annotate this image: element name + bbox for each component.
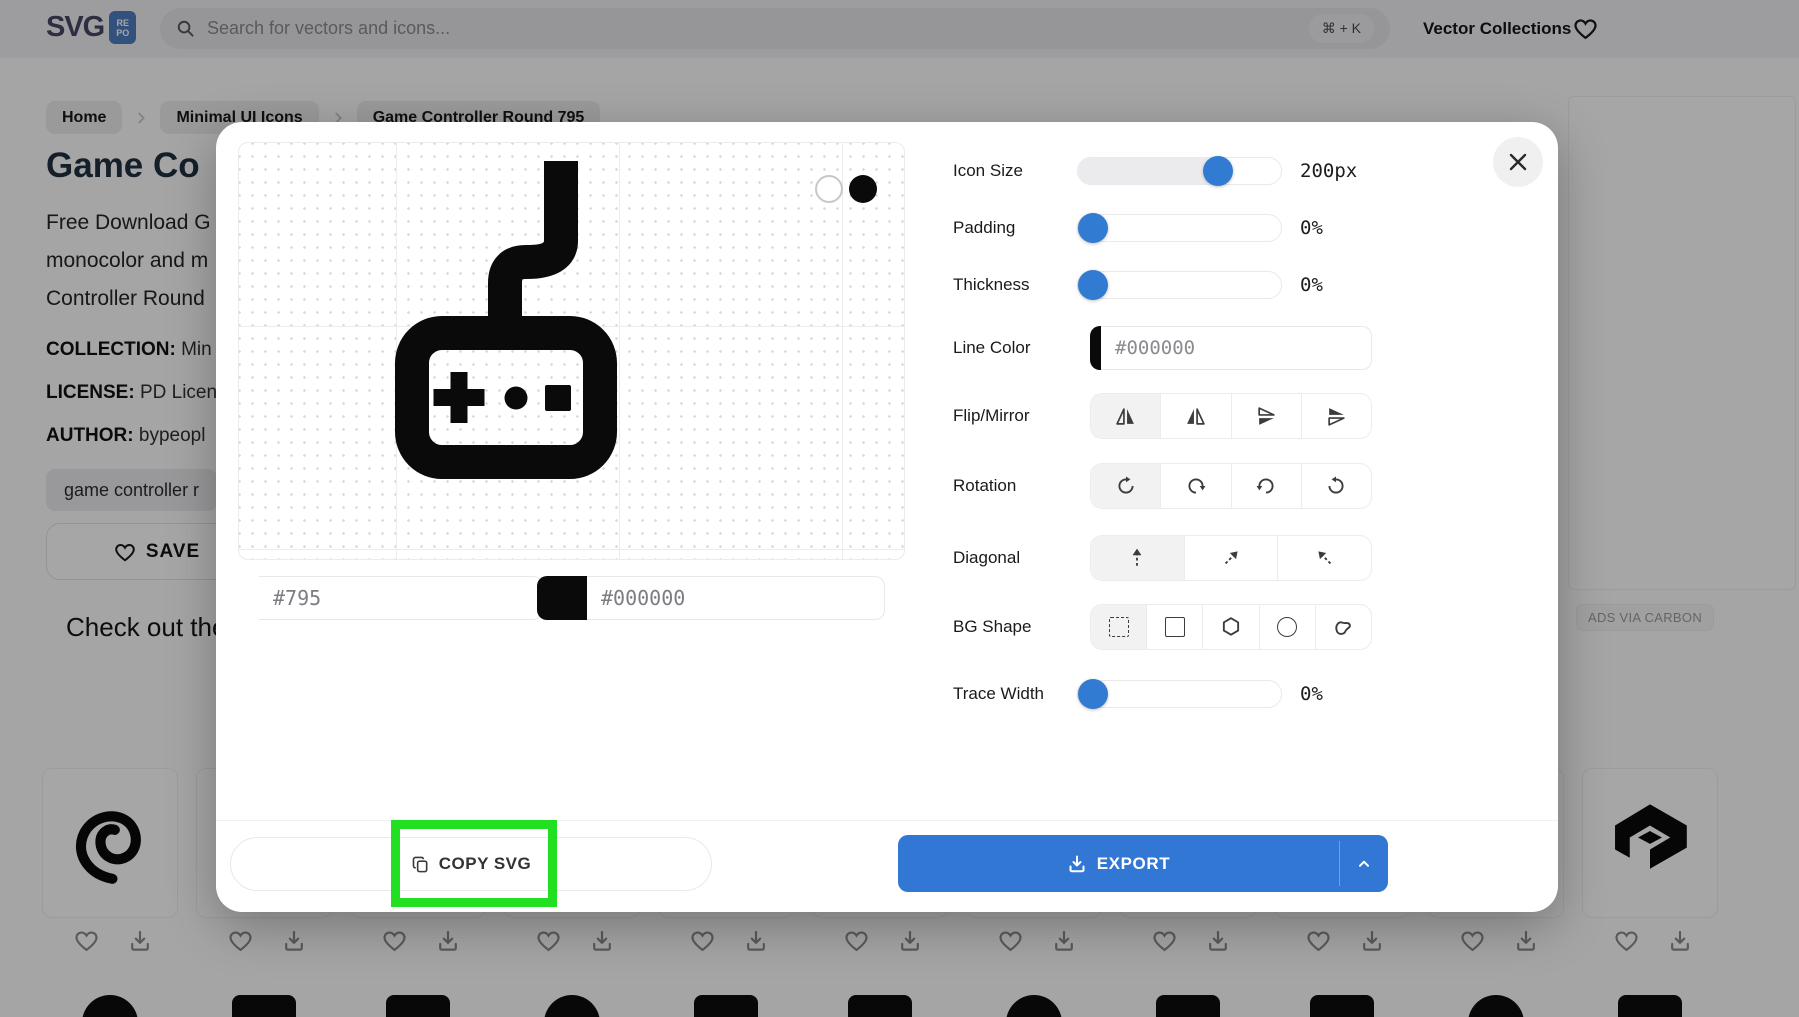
line-color-swatch[interactable] [1090,326,1101,370]
flip-mirror-group [1090,393,1372,439]
slider-handle[interactable] [1078,213,1108,243]
rotate-cw-icon [1115,475,1137,497]
arrow-up-button[interactable] [1091,536,1185,580]
color-hex-input-1[interactable] [259,576,543,620]
square-icon [1165,617,1185,637]
bg-shape-square-button[interactable] [1147,605,1203,649]
slider-handle[interactable] [1203,156,1233,186]
icon-preview-canvas[interactable] [238,142,905,560]
icon-size-label: Icon Size [953,160,1023,182]
flip-horizontal-left-icon [1185,406,1206,427]
thickness-slider[interactable] [1077,271,1282,299]
rotate-cw-quarter-button[interactable] [1161,464,1231,508]
game-controller-icon [395,161,617,479]
rotate-ccw-icon [1325,475,1347,497]
flip-horizontal-right-icon [1115,406,1136,427]
padding-label: Padding [953,217,1015,239]
rotation-group [1090,463,1372,509]
rotate-ccw-quarter-icon [1255,475,1277,497]
diagonal-label: Diagonal [953,547,1020,569]
color-field-2 [537,576,885,620]
arrow-up-left-button[interactable] [1278,536,1371,580]
arrow-up-right-icon [1220,547,1242,569]
export-options-toggle[interactable] [1340,835,1388,892]
line-color-field [1090,326,1372,370]
rotation-label: Rotation [953,475,1016,497]
flip-vertical-up-button[interactable] [1302,394,1371,438]
rotate-ccw-button[interactable] [1302,464,1371,508]
arrow-up-right-button[interactable] [1185,536,1279,580]
flip-vertical-up-icon [1326,406,1347,427]
rotate-ccw-quarter-button[interactable] [1232,464,1302,508]
trace-width-value: 0% [1300,682,1395,706]
grid-line [619,143,620,559]
diagonal-group [1090,535,1372,581]
bg-shape-circle-button[interactable] [1260,605,1316,649]
icon-size-slider[interactable] [1077,157,1282,185]
arrow-up-left-icon [1314,547,1336,569]
line-color-label: Line Color [953,337,1031,359]
color-hex-input-2[interactable] [587,576,885,620]
rotate-cw-button[interactable] [1091,464,1161,508]
color-field-1 [259,576,500,620]
flip-vertical-down-icon [1256,406,1277,427]
hexagon-icon [1220,616,1242,638]
flip-vertical-down-button[interactable] [1232,394,1302,438]
grid-line [842,143,843,559]
icon-size-value: 200px [1300,159,1395,183]
annotation-highlight [391,820,557,907]
export-main-action[interactable]: EXPORT [898,835,1339,892]
flip-horizontal-left-button[interactable] [1161,394,1231,438]
bg-shape-group [1090,604,1372,650]
export-button[interactable]: EXPORT [898,835,1388,892]
padding-value: 0% [1300,216,1395,240]
thickness-value: 0% [1300,273,1395,297]
export-label: EXPORT [1097,854,1171,874]
close-button[interactable] [1493,137,1543,187]
light-background-toggle[interactable] [815,175,843,203]
slider-handle[interactable] [1078,270,1108,300]
bg-shape-hexagon-button[interactable] [1203,605,1259,649]
line-color-hex-input[interactable] [1101,326,1372,370]
flip-mirror-label: Flip/Mirror [953,405,1030,427]
dashed-square-icon [1109,617,1129,637]
chevron-up-icon [1355,855,1373,873]
padding-slider[interactable] [1077,214,1282,242]
close-icon [1507,151,1529,173]
arrow-up-icon [1126,547,1148,569]
circle-icon [1277,617,1297,637]
bg-shape-freeform-button[interactable] [1316,605,1371,649]
trace-width-slider[interactable] [1077,680,1282,708]
color-swatch-2[interactable] [537,576,587,620]
trace-width-label: Trace Width [953,683,1044,705]
dark-background-toggle[interactable] [849,175,877,203]
freeform-shape-icon [1332,616,1354,638]
bg-shape-none-button[interactable] [1091,605,1147,649]
slider-handle[interactable] [1078,679,1108,709]
rotate-cw-quarter-icon [1185,475,1207,497]
page: SVG REPO Search for vectors and icons...… [0,0,1799,1017]
flip-horizontal-right-button[interactable] [1091,394,1161,438]
thickness-label: Thickness [953,274,1030,296]
download-icon [1067,854,1087,874]
bg-shape-label: BG Shape [953,616,1031,638]
icon-editor-modal: Icon Size Padding Thickness Line Color F… [216,122,1558,912]
grid-line [239,549,904,550]
